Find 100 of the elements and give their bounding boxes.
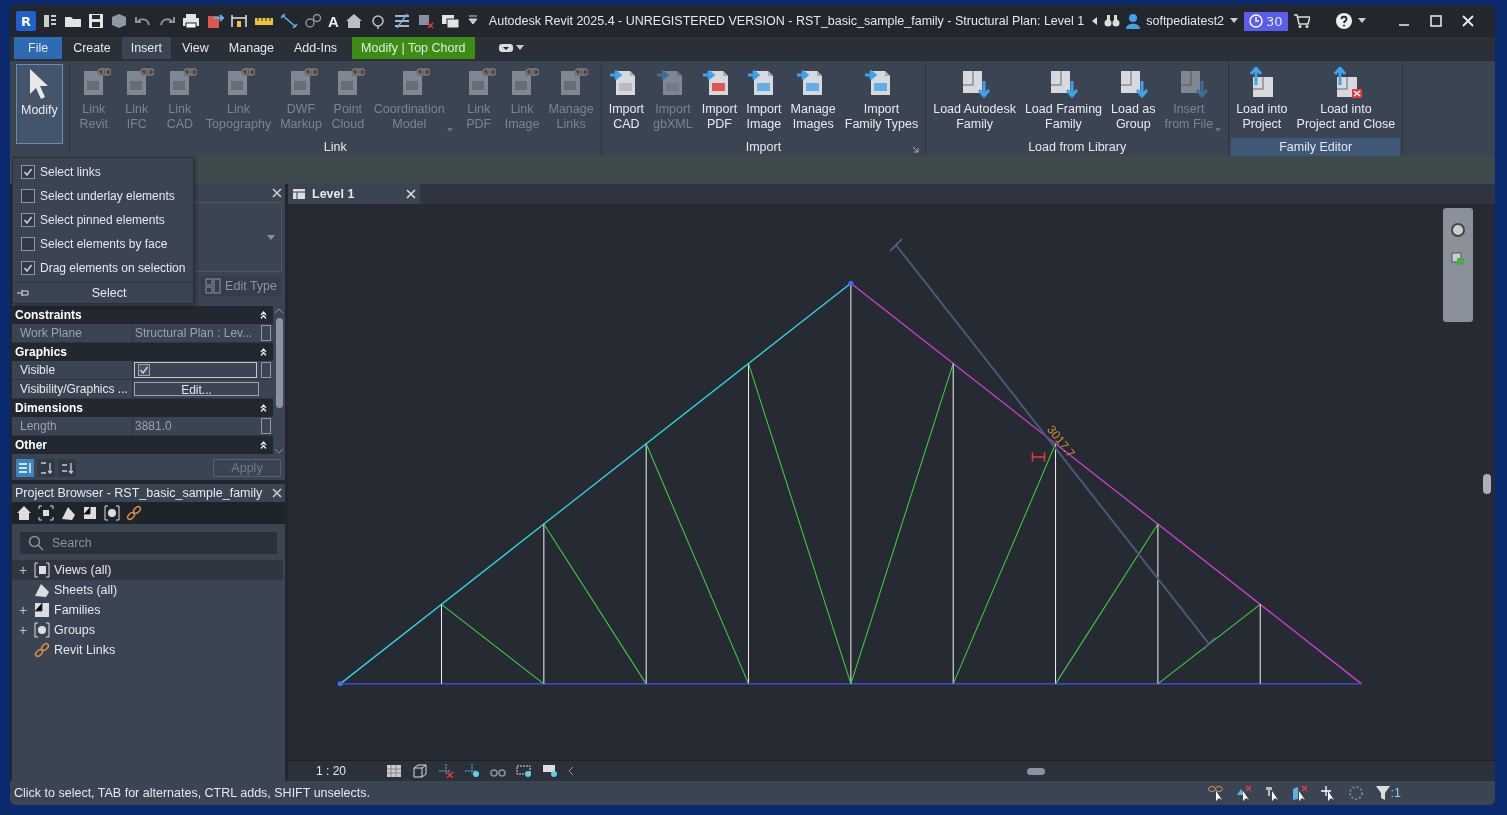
ribbon-tab[interactable]: Manage: [219, 37, 283, 59]
browser-item[interactable]: + Groups: [12, 620, 283, 640]
dashboard-icon[interactable]: [42, 13, 58, 29]
parameter-button[interactable]: [261, 418, 271, 434]
ribbon-tab[interactable]: File: [14, 37, 63, 59]
detail-level-icon[interactable]: [386, 764, 402, 778]
ribbon-tool[interactable]: Load into Project: [1232, 64, 1292, 135]
select-face-icon[interactable]: [1291, 785, 1308, 801]
scroll-up-icon[interactable]: [274, 308, 284, 314]
checkbox[interactable]: [21, 189, 35, 203]
browser-item[interactable]: Revit Links: [12, 640, 283, 660]
cube-icon[interactable]: [38, 505, 54, 521]
caret-down-icon[interactable]: [1230, 18, 1239, 24]
ribbon-tab[interactable]: View: [172, 37, 218, 59]
print-icon[interactable]: [182, 13, 200, 29]
scrollbar-thumb[interactable]: [275, 318, 283, 408]
caret-left-icon[interactable]: [1090, 16, 1099, 26]
view-scale[interactable]: 1 : 20: [316, 764, 376, 778]
user-name[interactable]: softpediatest2: [1146, 14, 1225, 28]
collapse-icon[interactable]: [260, 348, 267, 356]
crop-region-icon[interactable]: [438, 764, 454, 778]
ribbon-tool[interactable]: Import PDF: [697, 64, 742, 135]
crop-view-icon[interactable]: [516, 764, 532, 778]
edit-type-button[interactable]: Edit Type: [201, 276, 281, 296]
dialog-launcher-icon[interactable]: [912, 146, 920, 153]
document-tab[interactable]: Level 1: [288, 184, 420, 204]
show-crop-icon[interactable]: [464, 764, 480, 778]
help-icon[interactable]: [1335, 13, 1352, 29]
thin-lines-icon[interactable]: [392, 13, 411, 29]
background-process-icon[interactable]: [1347, 785, 1364, 801]
dimension-icon[interactable]: [230, 13, 248, 29]
collapse-icon[interactable]: [260, 404, 267, 412]
menu-item[interactable]: Select elements by face: [13, 232, 193, 256]
select-links-icon[interactable]: [1207, 785, 1224, 801]
menu-item[interactable]: Select links: [13, 160, 193, 184]
chevron-left-icon[interactable]: [568, 766, 574, 776]
maximize-icon[interactable]: [1429, 15, 1442, 27]
binoculars-icon[interactable]: [1104, 14, 1121, 28]
sheet-export-icon[interactable]: [206, 13, 224, 29]
house-icon[interactable]: [344, 13, 363, 29]
sort-ascending-button[interactable]: [37, 459, 55, 477]
group-icon[interactable]: [104, 505, 120, 521]
flip-marker[interactable]: [1031, 451, 1046, 463]
ribbon-tab[interactable]: Create: [64, 37, 120, 59]
aligned-dimension-icon[interactable]: [280, 13, 298, 29]
close-icon[interactable]: [406, 189, 416, 199]
zoom-icon[interactable]: [1451, 252, 1465, 266]
close-hidden-icon[interactable]: [416, 13, 435, 29]
checkbox[interactable]: [21, 165, 35, 179]
browser-item[interactable]: + Views (all): [12, 560, 283, 580]
scroll-down-icon[interactable]: [274, 448, 284, 454]
search-field[interactable]: Search: [20, 532, 277, 554]
text-tool[interactable]: A: [328, 12, 339, 30]
modify-button[interactable]: Modify: [16, 64, 63, 144]
value-field[interactable]: [134, 362, 257, 378]
checkbox[interactable]: [21, 213, 35, 227]
parameter-button[interactable]: [261, 325, 271, 341]
caret-down-icon[interactable]: [1357, 18, 1366, 24]
ribbon-tool[interactable]: Import Family Types: [840, 64, 923, 135]
sheet-icon[interactable]: [60, 505, 76, 521]
collapse-icon[interactable]: [260, 311, 267, 319]
browser-item[interactable]: Sheets (all): [12, 580, 283, 600]
select-pinned-icon[interactable]: [1263, 785, 1280, 801]
app-logo[interactable]: R: [16, 11, 36, 31]
checkbox[interactable]: [21, 237, 35, 251]
family-icon[interactable]: [82, 505, 98, 521]
filter-count[interactable]: :1: [1375, 785, 1401, 801]
ribbon-tool[interactable]: Manage Images: [786, 64, 840, 135]
menu-item[interactable]: Drag elements on selection: [13, 256, 193, 280]
ribbon-tool[interactable]: Load as Group: [1107, 64, 1160, 135]
ribbon-tab[interactable]: Insert: [121, 37, 171, 59]
checkbox[interactable]: [138, 364, 150, 376]
caret-down-icon[interactable]: [515, 45, 524, 51]
close-icon[interactable]: [272, 488, 282, 498]
select-underlay-icon[interactable]: [1235, 785, 1252, 801]
ribbon-tool[interactable]: Load Framing Family: [1020, 64, 1107, 135]
menu-item[interactable]: Select underlay elements: [13, 184, 193, 208]
ribbon-tab[interactable]: Add-Ins: [285, 37, 347, 59]
scrollbar-thumb[interactable]: [1027, 767, 1045, 775]
scrollbar-thumb[interactable]: [1483, 474, 1491, 494]
ribbon-tool[interactable]: Load into Project and Close: [1292, 64, 1400, 135]
menu-item[interactable]: Select pinned elements: [13, 208, 193, 232]
parameter-button[interactable]: [261, 362, 271, 378]
browser-item[interactable]: + Families: [12, 600, 283, 620]
save-icon[interactable]: [88, 13, 104, 29]
visual-style-icon[interactable]: [412, 764, 428, 778]
cart-icon[interactable]: [1293, 14, 1310, 28]
ribbon-tool[interactable]: Import CAD: [604, 64, 649, 135]
steering-wheel-icon[interactable]: [1450, 222, 1466, 238]
edit-button[interactable]: Edit...: [134, 382, 259, 396]
checkbox[interactable]: [21, 261, 35, 275]
ribbon-tool[interactable]: Import Image: [742, 64, 786, 135]
close-icon[interactable]: [272, 188, 282, 198]
group-sort-button[interactable]: [16, 459, 34, 477]
switch-windows-icon[interactable]: [440, 13, 461, 29]
drag-icon[interactable]: [1319, 785, 1336, 801]
navigation-bar[interactable]: [1443, 208, 1473, 322]
pin-icon[interactable]: [17, 289, 29, 297]
chain-icon[interactable]: [126, 505, 142, 521]
house-icon[interactable]: [16, 505, 32, 521]
